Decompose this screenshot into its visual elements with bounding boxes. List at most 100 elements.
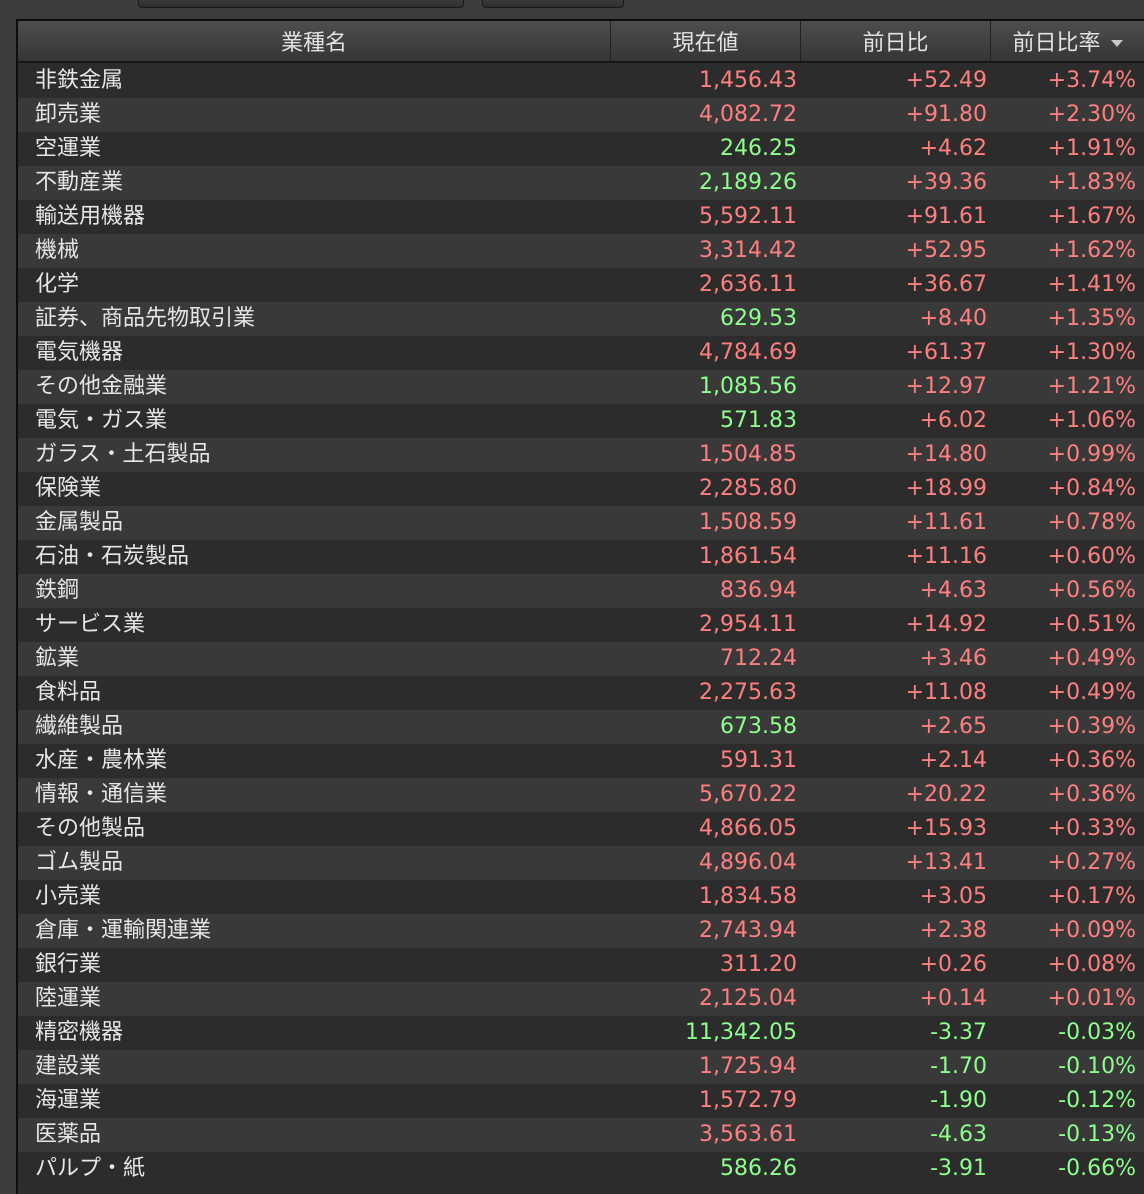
sector-name: 繊維製品	[35, 714, 124, 739]
current-price: 629.53	[720, 306, 797, 331]
column-header-sector-name[interactable]: 業種名	[18, 21, 611, 61]
table-row[interactable]: その他金融業 1,085.56 +12.97 +1.21%	[18, 370, 1144, 404]
price-change: +15.93	[905, 816, 987, 841]
price-change: +2.38	[919, 918, 987, 943]
table-row[interactable]: 海運業 1,572.79 -1.90 -0.12%	[18, 1084, 1144, 1118]
table-row[interactable]: 倉庫・運輸関連業 2,743.94 +2.38 +0.09%	[18, 914, 1144, 948]
table-row[interactable]: パルプ・紙 586.26 -3.91 -0.66%	[18, 1152, 1144, 1186]
table-row[interactable]: 空運業 246.25 +4.62 +1.91%	[18, 132, 1144, 166]
price-change-pct: -0.13%	[1058, 1122, 1136, 1147]
current-price: 2,636.11	[699, 272, 797, 297]
toolbar-button-right[interactable]	[482, 0, 624, 8]
table-row[interactable]: 電気・ガス業 571.83 +6.02 +1.06%	[18, 404, 1144, 438]
table-row[interactable]: 電気機器 4,784.69 +61.37 +1.30%	[18, 336, 1144, 370]
current-price: 3,563.61	[699, 1122, 797, 1147]
price-change: +8.40	[919, 306, 987, 331]
current-price: 311.20	[720, 952, 797, 977]
table-row[interactable]: サービス業 2,954.11 +14.92 +0.51%	[18, 608, 1144, 642]
sector-name: 保険業	[35, 476, 102, 501]
table-row[interactable]: 不動産業 2,189.26 +39.36 +1.83%	[18, 166, 1144, 200]
table-row[interactable]: 精密機器 11,342.05 -3.37 -0.03%	[18, 1016, 1144, 1050]
price-change-pct: +0.09%	[1047, 918, 1136, 943]
table-row[interactable]: 建設業 1,725.94 -1.70 -0.10%	[18, 1050, 1144, 1084]
current-price: 1,861.54	[699, 544, 797, 569]
price-change-pct: +2.30%	[1047, 102, 1136, 127]
price-change-pct: +0.17%	[1047, 884, 1136, 909]
table-row[interactable]: 非鉄金属 1,456.43 +52.49 +3.74%	[18, 64, 1144, 98]
price-change: +14.80	[905, 442, 987, 467]
top-toolbar	[0, 0, 1144, 18]
table-row[interactable]: 鉄鋼 836.94 +4.63 +0.56%	[18, 574, 1144, 608]
table-row[interactable]: 石油・石炭製品 1,861.54 +11.16 +0.60%	[18, 540, 1144, 574]
price-change-pct: +0.99%	[1047, 442, 1136, 467]
price-change: +14.92	[905, 612, 987, 637]
sector-name: 鉄鋼	[35, 578, 80, 603]
table-row[interactable]: 金属製品 1,508.59 +11.61 +0.78%	[18, 506, 1144, 540]
sector-name: 不動産業	[35, 170, 124, 195]
sector-name: 卸売業	[35, 102, 102, 127]
price-change-pct: +0.27%	[1047, 850, 1136, 875]
price-change: +3.46	[919, 646, 987, 671]
sector-name: 海運業	[35, 1088, 102, 1113]
sector-name: 非鉄金属	[35, 68, 124, 93]
current-price: 246.25	[720, 136, 797, 161]
table-row[interactable]: 小売業 1,834.58 +3.05 +0.17%	[18, 880, 1144, 914]
column-header-change-pct[interactable]: 前日比率	[991, 21, 1144, 61]
table-row[interactable]: 情報・通信業 5,670.22 +20.22 +0.36%	[18, 778, 1144, 812]
current-price: 1,085.56	[699, 374, 797, 399]
price-change-pct: +0.78%	[1047, 510, 1136, 535]
sector-name: 倉庫・運輸関連業	[35, 918, 212, 943]
current-price: 2,285.80	[699, 476, 797, 501]
price-change-pct: +0.08%	[1047, 952, 1136, 977]
price-change-pct: +0.01%	[1047, 986, 1136, 1011]
table-row[interactable]: その他製品 4,866.05 +15.93 +0.33%	[18, 812, 1144, 846]
toolbar-button-left[interactable]	[138, 0, 464, 8]
table-body: 非鉄金属 1,456.43 +52.49 +3.74% 卸売業 4,082.72 +91.8…	[18, 64, 1144, 1186]
current-price: 2,954.11	[699, 612, 797, 637]
price-change-pct: +1.30%	[1047, 340, 1136, 365]
sector-name: 食料品	[35, 680, 102, 705]
table-row[interactable]: 医薬品 3,563.61 -4.63 -0.13%	[18, 1118, 1144, 1152]
table-row[interactable]: ガラス・土石製品 1,504.85 +14.80 +0.99%	[18, 438, 1144, 472]
table-row[interactable]: 鉱業 712.24 +3.46 +0.49%	[18, 642, 1144, 676]
column-header-change[interactable]: 前日比	[801, 21, 991, 61]
table-row[interactable]: 証券、商品先物取引業 629.53 +8.40 +1.35%	[18, 302, 1144, 336]
price-change-pct: -0.03%	[1058, 1020, 1136, 1045]
current-price: 5,670.22	[699, 782, 797, 807]
table-row[interactable]: ゴム製品 4,896.04 +13.41 +0.27%	[18, 846, 1144, 880]
current-price: 1,504.85	[699, 442, 797, 467]
price-change-pct: +1.83%	[1047, 170, 1136, 195]
price-change: +6.02	[919, 408, 987, 433]
table-row[interactable]: 卸売業 4,082.72 +91.80 +2.30%	[18, 98, 1144, 132]
table-row[interactable]: 機械 3,314.42 +52.95 +1.62%	[18, 234, 1144, 268]
sector-name: 水産・農林業	[35, 748, 168, 773]
price-change: -3.91	[930, 1156, 987, 1181]
price-change: +52.95	[905, 238, 987, 263]
current-price: 4,082.72	[699, 102, 797, 127]
sector-name: 金属製品	[35, 510, 124, 535]
column-header-current-price[interactable]: 現在値	[611, 21, 801, 61]
table-header: 業種名 現在値 前日比 前日比率	[18, 21, 1144, 63]
sector-name: サービス業	[35, 612, 146, 637]
table-row[interactable]: 陸運業 2,125.04 +0.14 +0.01%	[18, 982, 1144, 1016]
price-change: +3.05	[919, 884, 987, 909]
price-change-pct: +0.49%	[1047, 646, 1136, 671]
table-row[interactable]: 輸送用機器 5,592.11 +91.61 +1.67%	[18, 200, 1144, 234]
current-price: 1,508.59	[699, 510, 797, 535]
table-row[interactable]: 繊維製品 673.58 +2.65 +0.39%	[18, 710, 1144, 744]
price-change: -1.70	[930, 1054, 987, 1079]
sector-name: 証券、商品先物取引業	[35, 306, 256, 331]
table-row[interactable]: 化学 2,636.11 +36.67 +1.41%	[18, 268, 1144, 302]
price-change-pct: -0.66%	[1058, 1156, 1136, 1181]
current-price: 11,342.05	[685, 1020, 797, 1045]
table-row[interactable]: 水産・農林業 591.31 +2.14 +0.36%	[18, 744, 1144, 778]
current-price: 2,275.63	[699, 680, 797, 705]
table-row[interactable]: 銀行業 311.20 +0.26 +0.08%	[18, 948, 1144, 982]
price-change: -1.90	[930, 1088, 987, 1113]
table-row[interactable]: 食料品 2,275.63 +11.08 +0.49%	[18, 676, 1144, 710]
sector-name: 医薬品	[35, 1122, 102, 1147]
price-change: +11.16	[905, 544, 987, 569]
price-change-pct: +0.33%	[1047, 816, 1136, 841]
table-row[interactable]: 保険業 2,285.80 +18.99 +0.84%	[18, 472, 1144, 506]
sector-name: ゴム製品	[35, 850, 124, 875]
